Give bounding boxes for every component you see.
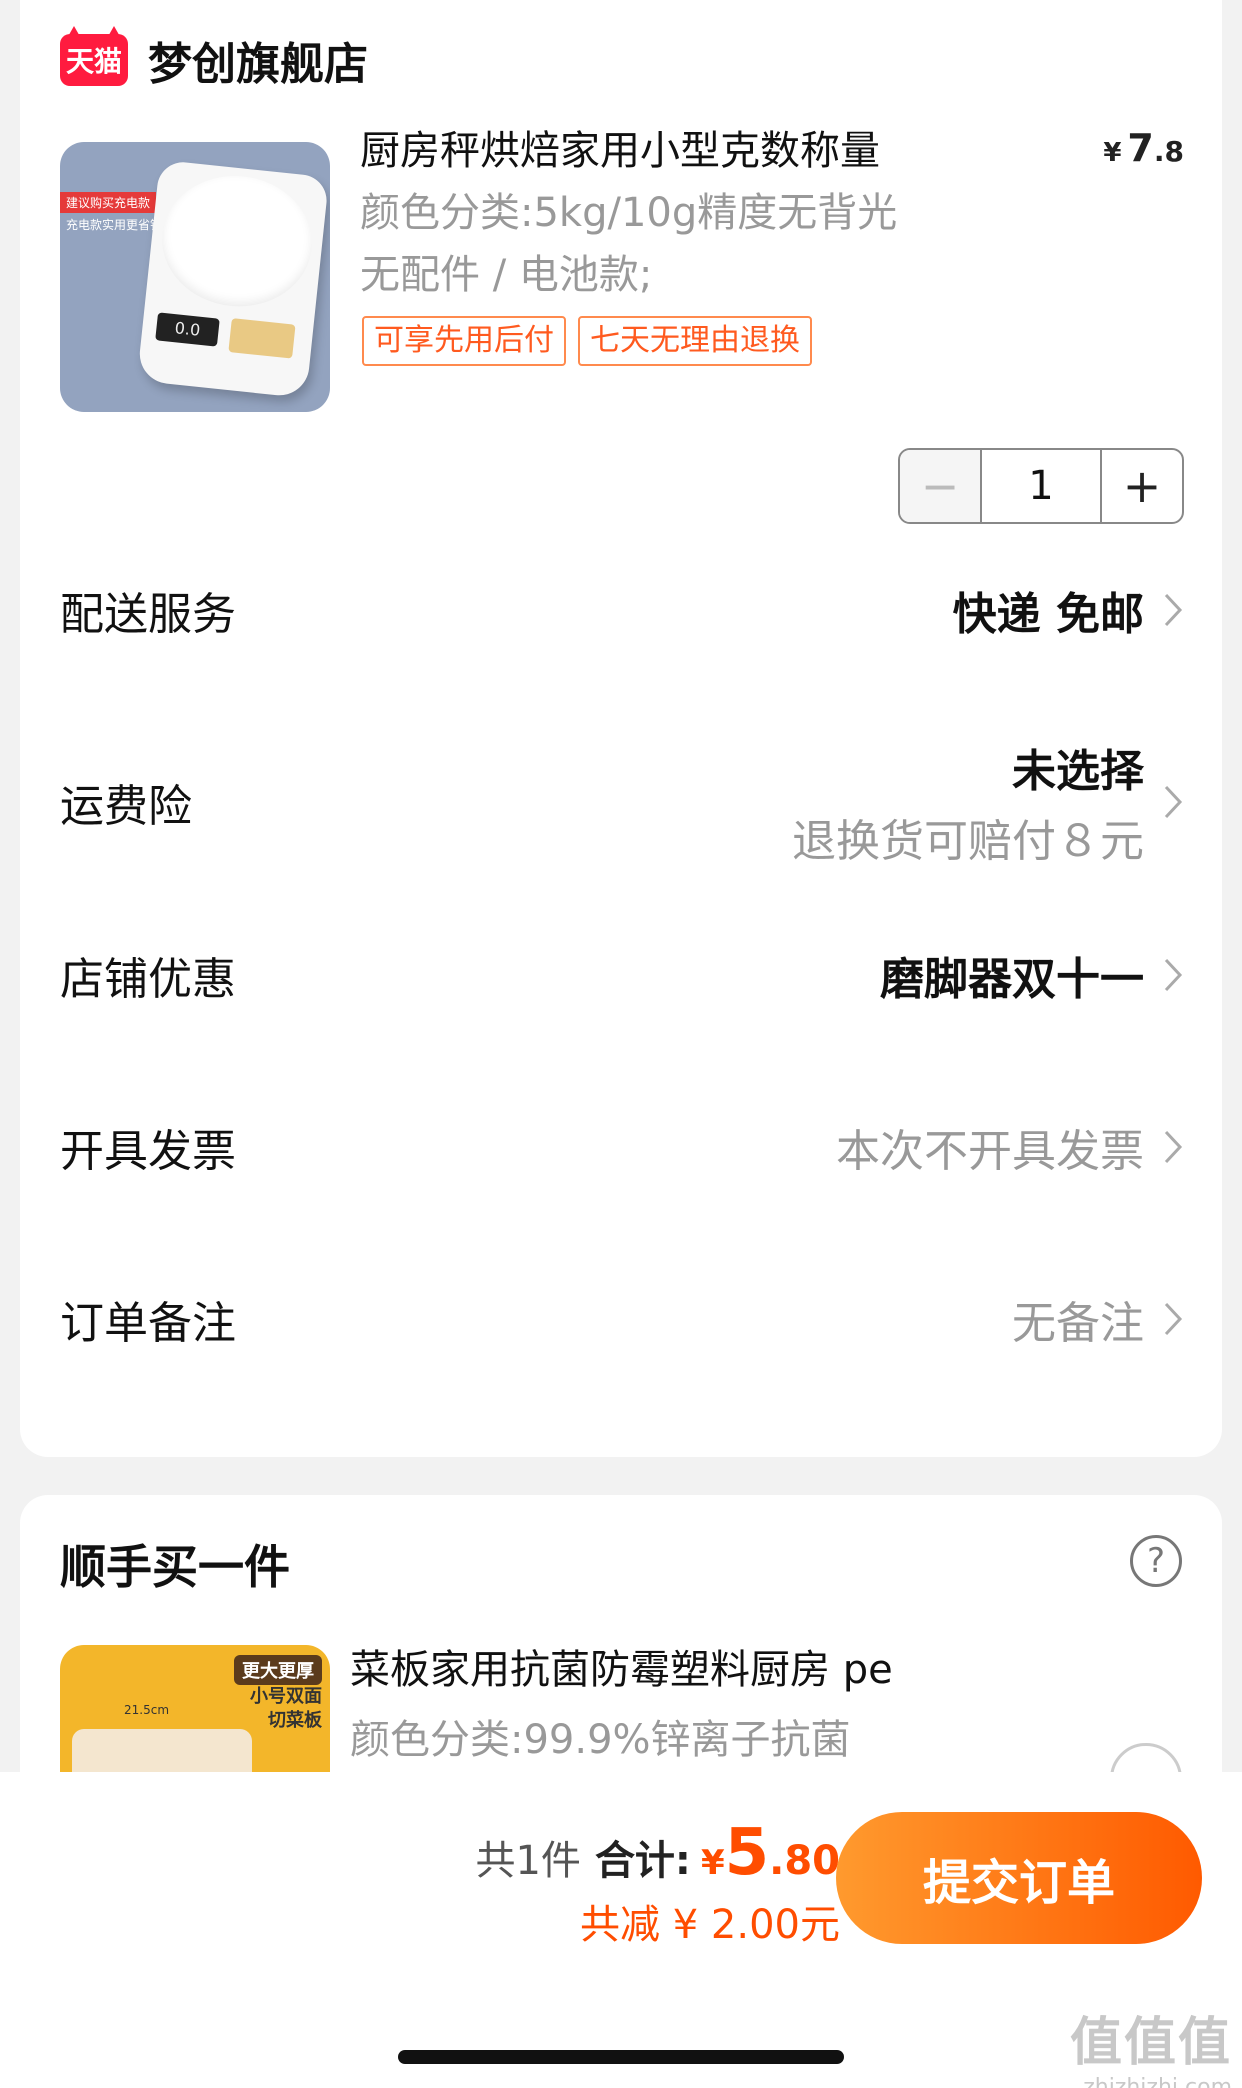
insurance-subtext: 退换货可赔付８元 (792, 816, 1144, 867)
product-price: ¥7.8 (1103, 126, 1184, 170)
invoice-row[interactable]: 开具发票 本次不开具发票 (60, 1112, 1184, 1182)
total-discount: 共减 ¥ 2.00元 (580, 1902, 840, 1948)
addon-image-badge: 更大更厚 (234, 1655, 322, 1685)
checkout-bar: 共1件 合计: ¥ 5 .80 共减 ¥ 2.00元 提交订单 值值值 zhiz… (0, 1772, 1242, 2088)
addon-image-dimension: 21.5cm (124, 1703, 170, 1717)
watermark-url: zhizhizhi.com (1083, 2075, 1232, 2088)
discount-value: 磨脚器双十一 (880, 954, 1144, 1005)
chevron-right-icon (1144, 1128, 1184, 1166)
quantity-value[interactable]: 1 (982, 450, 1100, 522)
chevron-right-icon (1144, 783, 1184, 821)
chevron-right-icon (1144, 1300, 1184, 1338)
product-image[interactable]: 建议购买充电款 充电款实用更省钱 0.0 (60, 142, 330, 412)
addon-title: 顺手买一件 (60, 1540, 290, 1594)
note-value: 无备注 (1012, 1298, 1144, 1349)
total-integer: 5 (724, 1816, 770, 1890)
shop-name[interactable]: 梦创旗舰店 (148, 28, 368, 92)
price-integer: 7 (1127, 126, 1154, 170)
scale-buttons (228, 318, 296, 359)
delivery-value: 快递 免邮 (952, 589, 1144, 640)
product-image-tag: 建议购买充电款 (60, 192, 157, 213)
product-title[interactable]: 厨房秤烘焙家用小型克数称量 (360, 118, 880, 176)
delivery-row[interactable]: 配送服务 快递 免邮 (60, 575, 1184, 645)
invoice-value: 本次不开具发票 (836, 1126, 1144, 1177)
total-label: 合计: (594, 1838, 691, 1884)
insurance-label: 运费险 (60, 781, 192, 832)
product-spec-line: 颜色分类:5kg/10g精度无背光 (360, 190, 898, 236)
tmall-logo: 天猫 (60, 34, 128, 86)
item-count: 共1件 (475, 1838, 581, 1884)
discount-label: 店铺优惠 (60, 954, 236, 1005)
tag-seven-day-return: 七天无理由退换 (578, 316, 812, 366)
addon-product-name[interactable]: 菜板家用抗菌防霉塑料厨房 pe (350, 1637, 893, 1695)
store-discount-row[interactable]: 店铺优惠 磨脚器双十一 (60, 940, 1184, 1010)
order-summary: 共1件 合计: ¥ 5 .80 共减 ¥ 2.00元 (475, 1816, 840, 1950)
note-label: 订单备注 (60, 1298, 236, 1349)
home-indicator[interactable] (398, 2050, 844, 2064)
total-symbol: ¥ (700, 1843, 725, 1883)
product-spec-line: 无配件 / 电池款; (360, 252, 653, 298)
price-decimal: .8 (1153, 135, 1184, 168)
chevron-right-icon (1144, 956, 1184, 994)
watermark-logo: 值值值 (1069, 2013, 1232, 2073)
quantity-stepper: − 1 + (898, 448, 1184, 524)
submit-order-button[interactable]: 提交订单 (836, 1812, 1202, 1944)
help-icon[interactable]: ? (1130, 1535, 1182, 1587)
price-symbol: ¥ (1103, 138, 1122, 168)
order-card: 天猫 梦创旗舰店 建议购买充电款 充电款实用更省钱 0.0 厨房秤烘焙家用小型克… (20, 0, 1222, 1457)
product-tags: 可享先用后付 七天无理由退换 (362, 316, 812, 366)
scale-illustration: 0.0 (136, 159, 330, 399)
order-note-row[interactable]: 订单备注 无备注 (60, 1284, 1184, 1354)
watermark: 值值值 zhizhizhi.com (1070, 2000, 1232, 2088)
addon-image-text: 小号双面 切菜板 (250, 1686, 322, 1731)
shop-header[interactable]: 天猫 梦创旗舰店 (60, 28, 368, 92)
increase-button[interactable]: + (1100, 450, 1182, 522)
tag-pay-later: 可享先用后付 (362, 316, 566, 366)
insurance-value: 未选择 (1012, 746, 1144, 797)
addon-product-spec: 颜色分类:99.9%锌离子抗菌 (350, 1717, 851, 1763)
delivery-label: 配送服务 (60, 589, 236, 640)
scale-display: 0.0 (155, 312, 220, 347)
scale-plate (155, 168, 319, 314)
product-spec[interactable]: 颜色分类:5kg/10g精度无背光 无配件 / 电池款; (360, 182, 960, 306)
shipping-insurance-row[interactable]: 运费险 未选择 退换货可赔付８元 (60, 742, 1184, 867)
invoice-label: 开具发票 (60, 1126, 236, 1177)
chevron-right-icon (1144, 591, 1184, 629)
total-decimal: .80 (769, 1838, 840, 1884)
decrease-button[interactable]: − (900, 450, 982, 522)
